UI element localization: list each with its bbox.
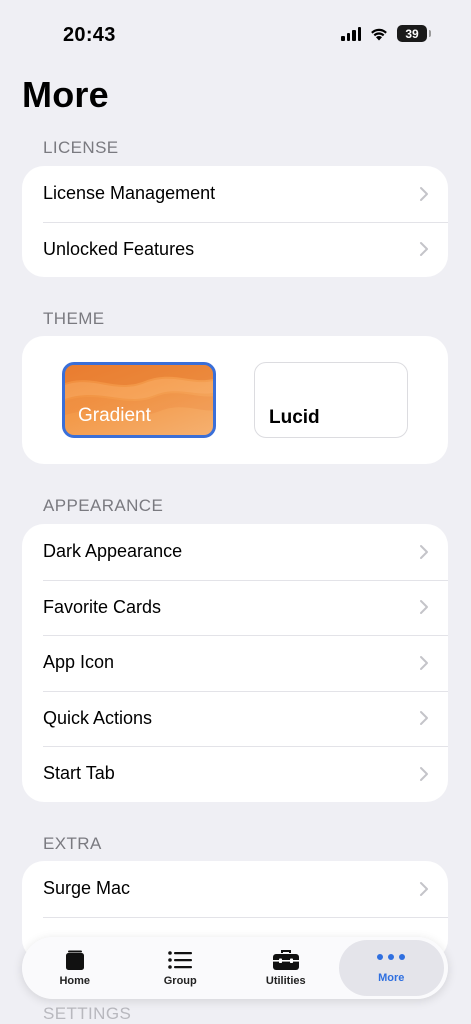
chevron-right-icon <box>420 242 428 257</box>
tab-utilities[interactable]: Utilities <box>233 937 339 999</box>
row-start-tab[interactable]: Start Tab <box>22 746 448 802</box>
row-label: Quick Actions <box>43 707 153 728</box>
tab-group[interactable]: Group <box>128 937 234 999</box>
section-header-license: LICENSE <box>43 138 119 157</box>
row-dark-appearance[interactable]: Dark Appearance <box>22 524 448 580</box>
status-icons: 39 <box>341 25 431 42</box>
chevron-right-icon <box>420 766 428 781</box>
row-label: License Management <box>43 183 216 204</box>
status-bar: 20:43 39 <box>0 0 471 70</box>
tab-label: Home <box>59 975 91 987</box>
row-license-management[interactable]: License Management <box>22 166 448 222</box>
chevron-right-icon <box>420 186 428 201</box>
row-label: Dark Appearance <box>43 541 183 562</box>
row-favorite-cards[interactable]: Favorite Cards <box>22 579 448 636</box>
row-label: Surge Mac <box>43 878 131 899</box>
toolbox-icon <box>272 950 299 970</box>
tab-label: More <box>378 972 405 984</box>
chevron-right-icon <box>420 544 428 559</box>
section-header-appearance: APPEARANCE <box>43 496 164 515</box>
row-label: Start Tab <box>43 763 115 784</box>
row-quick-actions[interactable]: Quick Actions <box>22 690 448 747</box>
section-header-settings: SETTINGS <box>43 1004 132 1023</box>
theme-option-gradient[interactable]: Gradient <box>62 362 216 438</box>
status-time: 20:43 <box>63 24 116 46</box>
tab-label: Group <box>163 975 197 987</box>
cellular-signal-icon <box>341 26 361 41</box>
theme-label: Lucid <box>269 407 320 428</box>
section-header-theme: THEME <box>43 309 105 328</box>
row-label: Unlocked Features <box>43 238 195 259</box>
row-label: Favorite Cards <box>43 596 162 617</box>
theme-option-lucid[interactable]: Lucid <box>254 362 408 438</box>
wifi-icon <box>371 28 387 41</box>
row-label: App Icon <box>43 652 115 673</box>
chevron-right-icon <box>420 600 428 615</box>
license-card: License Management Unlocked Features <box>22 166 448 277</box>
more-dots-icon <box>377 954 406 960</box>
appearance-card: Dark Appearance Favorite Cards App Icon … <box>22 524 448 802</box>
page-title: More <box>22 74 109 115</box>
battery-level: 39 <box>405 26 419 41</box>
theme-card: Gradient Lucid <box>22 336 448 464</box>
row-app-icon[interactable]: App Icon <box>22 635 448 691</box>
section-header-extra: EXTRA <box>43 834 102 853</box>
tab-more[interactable]: More <box>338 940 444 996</box>
wave-pattern-icon <box>65 365 213 415</box>
home-icon <box>65 950 84 970</box>
chevron-right-icon <box>420 655 428 670</box>
battery-icon: 39 <box>397 25 431 42</box>
chevron-right-icon <box>420 711 428 726</box>
tab-bar: Home Group Utilities More <box>22 937 448 999</box>
tab-home[interactable]: Home <box>22 937 128 999</box>
row-unlocked-features[interactable]: Unlocked Features <box>22 221 448 278</box>
row-surge-mac[interactable]: Surge Mac <box>22 861 448 917</box>
chevron-right-icon <box>420 881 428 896</box>
tab-label: Utilities <box>265 975 306 987</box>
list-icon <box>168 951 193 969</box>
theme-label: Gradient <box>78 405 151 426</box>
